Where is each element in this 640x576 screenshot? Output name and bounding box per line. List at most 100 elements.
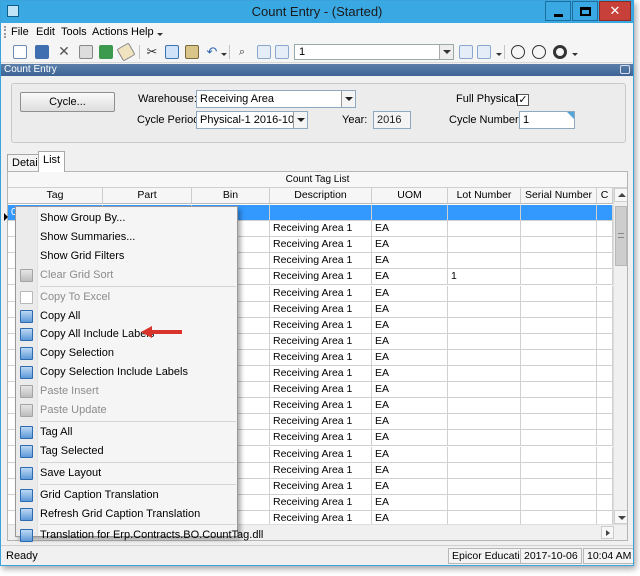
cell-uom[interactable]: EA	[372, 318, 448, 334]
cell-lot-number[interactable]	[448, 205, 521, 221]
undo-icon[interactable]: ↶	[205, 45, 219, 59]
cell-serial-number[interactable]	[521, 334, 597, 350]
maximize-button[interactable]	[572, 1, 598, 21]
scroll-down-icon[interactable]	[614, 510, 627, 524]
cell-overflow[interactable]	[597, 253, 613, 269]
cell-overflow[interactable]	[597, 382, 613, 398]
context-menu-item-tag-selected[interactable]: Tag Selected	[16, 442, 237, 461]
context-menu-item-grid-caption-translation[interactable]: Grid Caption Translation	[16, 486, 237, 505]
navigation-dropdown-icon[interactable]	[496, 53, 502, 56]
cell-uom[interactable]: EA	[372, 269, 448, 285]
cell-description[interactable]: Receiving Area 1	[270, 463, 372, 479]
cell-lot-number[interactable]	[448, 414, 521, 430]
cell-lot-number[interactable]	[448, 318, 521, 334]
cell-uom[interactable]: EA	[372, 414, 448, 430]
copy-clipboard-icon[interactable]	[165, 45, 179, 59]
chevron-down-icon[interactable]	[439, 45, 453, 59]
cell-lot-number[interactable]	[448, 479, 521, 495]
cell-description[interactable]: Receiving Area 1	[270, 366, 372, 382]
cell-lot-number[interactable]: 1	[448, 269, 521, 285]
warehouse-select[interactable]: Receiving Area	[196, 90, 356, 108]
cell-description[interactable]: Receiving Area 1	[270, 447, 372, 463]
minimize-button[interactable]	[545, 1, 571, 21]
undo-dropdown-icon[interactable]	[221, 53, 227, 56]
cell-lot-number[interactable]	[448, 447, 521, 463]
cell-uom[interactable]: EA	[372, 398, 448, 414]
cell-overflow[interactable]	[597, 463, 613, 479]
context-menu-item-paste-insert[interactable]: Paste Insert	[16, 382, 237, 401]
cell-lot-number[interactable]	[448, 366, 521, 382]
cell-description[interactable]: Receiving Area 1	[270, 334, 372, 350]
cell-uom[interactable]: EA	[372, 350, 448, 366]
delete-icon[interactable]: ✕	[57, 44, 71, 59]
cell-lot-number[interactable]	[448, 495, 521, 511]
cell-serial-number[interactable]	[521, 430, 597, 446]
cell-serial-number[interactable]	[521, 398, 597, 414]
cell-uom[interactable]: EA	[372, 286, 448, 302]
cell-description[interactable]: Receiving Area 1	[270, 318, 372, 334]
cell-lot-number[interactable]	[448, 286, 521, 302]
context-menu-item-copy-selection[interactable]: Copy Selection	[16, 344, 237, 363]
cell-overflow[interactable]	[597, 366, 613, 382]
context-menu-item-clear-grid-sort[interactable]: Clear Grid Sort	[16, 266, 237, 285]
cycle-button[interactable]: Cycle...	[20, 92, 115, 112]
browser-dropdown-icon[interactable]	[572, 53, 578, 56]
cell-overflow[interactable]	[597, 350, 613, 366]
cell-overflow[interactable]	[597, 447, 613, 463]
refresh-icon[interactable]	[99, 45, 113, 59]
column-header-part[interactable]: Part	[103, 188, 192, 204]
menu-actions[interactable]: Actions	[92, 26, 128, 38]
close-button[interactable]: ✕	[599, 1, 631, 21]
cell-description[interactable]: Receiving Area 1	[270, 382, 372, 398]
context-menu-item-show-summaries[interactable]: Show Summaries...	[16, 228, 237, 247]
cell-overflow[interactable]	[597, 479, 613, 495]
tab-list[interactable]: List	[38, 151, 66, 172]
clear-icon[interactable]	[116, 42, 136, 62]
save-icon[interactable]	[35, 45, 49, 59]
context-menu-item-tag-all[interactable]: Tag All	[16, 423, 237, 442]
cell-overflow[interactable]	[597, 221, 613, 237]
cell-description[interactable]	[270, 205, 372, 221]
cell-description[interactable]: Receiving Area 1	[270, 286, 372, 302]
menu-file[interactable]: File	[11, 26, 29, 38]
cell-description[interactable]: Receiving Area 1	[270, 398, 372, 414]
full-physical-checkbox[interactable]: ✓	[517, 94, 529, 106]
context-menu-item-copy-selection-include-labels[interactable]: Copy Selection Include Labels	[16, 363, 237, 382]
cell-overflow[interactable]	[597, 430, 613, 446]
context-menu-item-show-group-by[interactable]: Show Group By...	[16, 209, 237, 228]
cut-icon[interactable]: ✂	[145, 45, 159, 59]
cell-overflow[interactable]	[597, 302, 613, 318]
cell-serial-number[interactable]	[521, 463, 597, 479]
cell-uom[interactable]: EA	[372, 495, 448, 511]
cell-lot-number[interactable]	[448, 463, 521, 479]
cell-serial-number[interactable]	[521, 495, 597, 511]
cell-lot-number[interactable]	[448, 221, 521, 237]
context-menu-item-translation-for-erp-contracts-bo-counttag-dll[interactable]: Translation for Erp.Contracts.BO.CountTa…	[16, 526, 263, 545]
context-menu-item-save-layout[interactable]: Save Layout	[16, 464, 237, 483]
forward-icon[interactable]	[532, 45, 546, 59]
cell-description[interactable]: Receiving Area 1	[270, 430, 372, 446]
chevron-down-icon[interactable]	[341, 91, 355, 107]
cell-uom[interactable]: EA	[372, 366, 448, 382]
cell-overflow[interactable]	[597, 237, 613, 253]
cell-description[interactable]: Receiving Area 1	[270, 269, 372, 285]
cell-description[interactable]: Receiving Area 1	[270, 221, 372, 237]
cell-description[interactable]: Receiving Area 1	[270, 479, 372, 495]
grid-vertical-scrollbar[interactable]	[613, 188, 627, 524]
scroll-right-icon[interactable]	[601, 526, 614, 539]
column-header-description[interactable]: Description	[270, 188, 372, 204]
cell-serial-number[interactable]	[521, 286, 597, 302]
cell-uom[interactable]	[372, 205, 448, 221]
cell-uom[interactable]: EA	[372, 221, 448, 237]
column-header-uom[interactable]: UOM	[372, 188, 448, 204]
cell-serial-number[interactable]	[521, 221, 597, 237]
cell-description[interactable]: Receiving Area 1	[270, 350, 372, 366]
cell-uom[interactable]: EA	[372, 479, 448, 495]
column-header-tag[interactable]: Tag	[8, 188, 103, 204]
cell-serial-number[interactable]	[521, 414, 597, 430]
cell-serial-number[interactable]	[521, 382, 597, 398]
context-menu-item-refresh-grid-caption-translation[interactable]: Refresh Grid Caption Translation	[16, 505, 237, 524]
home-icon[interactable]	[553, 45, 567, 59]
cell-uom[interactable]: EA	[372, 447, 448, 463]
cycle-period-select[interactable]: Physical-1 2016-10-03	[196, 111, 308, 129]
